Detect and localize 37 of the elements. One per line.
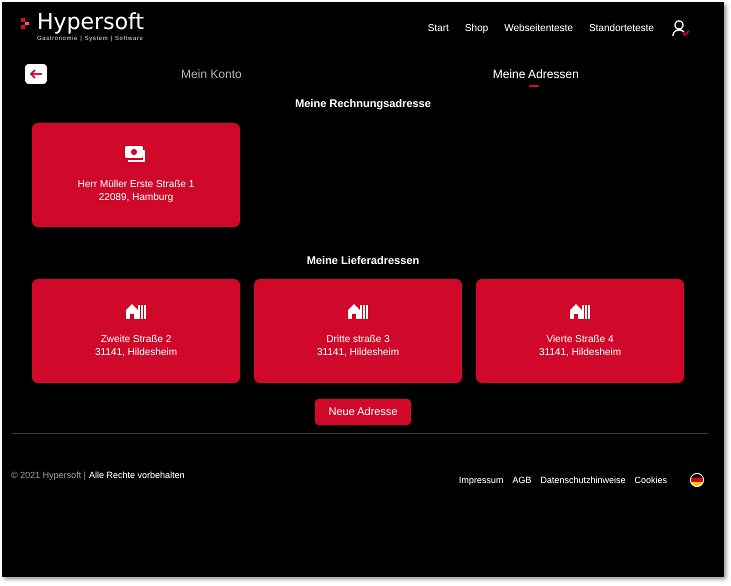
rights-text: Alle Rechte vorbehalten (89, 470, 185, 482)
logo-text: Hypersoft (37, 10, 144, 36)
house-icon (126, 303, 146, 319)
arrow-left-icon (29, 69, 43, 79)
section-heading: Meine Lieferadressen (306, 255, 420, 267)
address-card[interactable]: Zweite Straße 2 31141, Hildesheim (32, 279, 240, 383)
address-card[interactable]: Vierte Straße 4 31141, Hildesheim (476, 279, 684, 383)
house-icon (348, 303, 368, 319)
address-line: 22089, Hamburg (98, 191, 174, 204)
footer-link[interactable]: AGB (512, 475, 532, 485)
address-line: Dritte straße 3 (326, 333, 390, 346)
address-line: 31141, Hildesheim (94, 346, 178, 359)
money-icon (125, 146, 147, 164)
footer-link[interactable]: Cookies (634, 475, 667, 485)
nav-link[interactable]: Standorteteste (588, 22, 654, 34)
user-icon[interactable] (672, 20, 690, 36)
nav-link[interactable]: Webseitenteste (504, 22, 573, 34)
section-heading: Meine Rechnungsadresse (295, 98, 431, 110)
copyright-text: © 2021 Hypersoft | (11, 470, 86, 482)
tab[interactable]: Mein Konto (181, 64, 242, 88)
address-line: Vierte Straße 4 (546, 333, 614, 346)
address-card[interactable]: Herr Müller Erste Straße 1 22089, Hamburg (32, 123, 240, 227)
new-address-button[interactable]: Neue Adresse (315, 399, 411, 425)
address-card[interactable]: Dritte straße 3 31141, Hildesheim (254, 279, 462, 383)
footer-link[interactable]: Datenschutzhinweise (540, 475, 626, 485)
address-line: 31141, Hildesheim (538, 346, 622, 359)
flag-icon[interactable] (690, 473, 704, 487)
nav-link[interactable]: Start (428, 22, 449, 34)
tab[interactable]: Meine Adressen (492, 64, 579, 88)
address-line: 31141, Hildesheim (316, 346, 400, 359)
logo-mark-icon (21, 18, 30, 28)
nav-link[interactable]: Shop (464, 22, 488, 34)
footer-link[interactable]: Impressum (458, 475, 504, 485)
address-line: Zweite Straße 2 (100, 333, 172, 346)
house-icon (570, 303, 590, 319)
address-line: Herr Müller Erste Straße 1 (78, 178, 194, 191)
back-button[interactable] (25, 64, 47, 84)
